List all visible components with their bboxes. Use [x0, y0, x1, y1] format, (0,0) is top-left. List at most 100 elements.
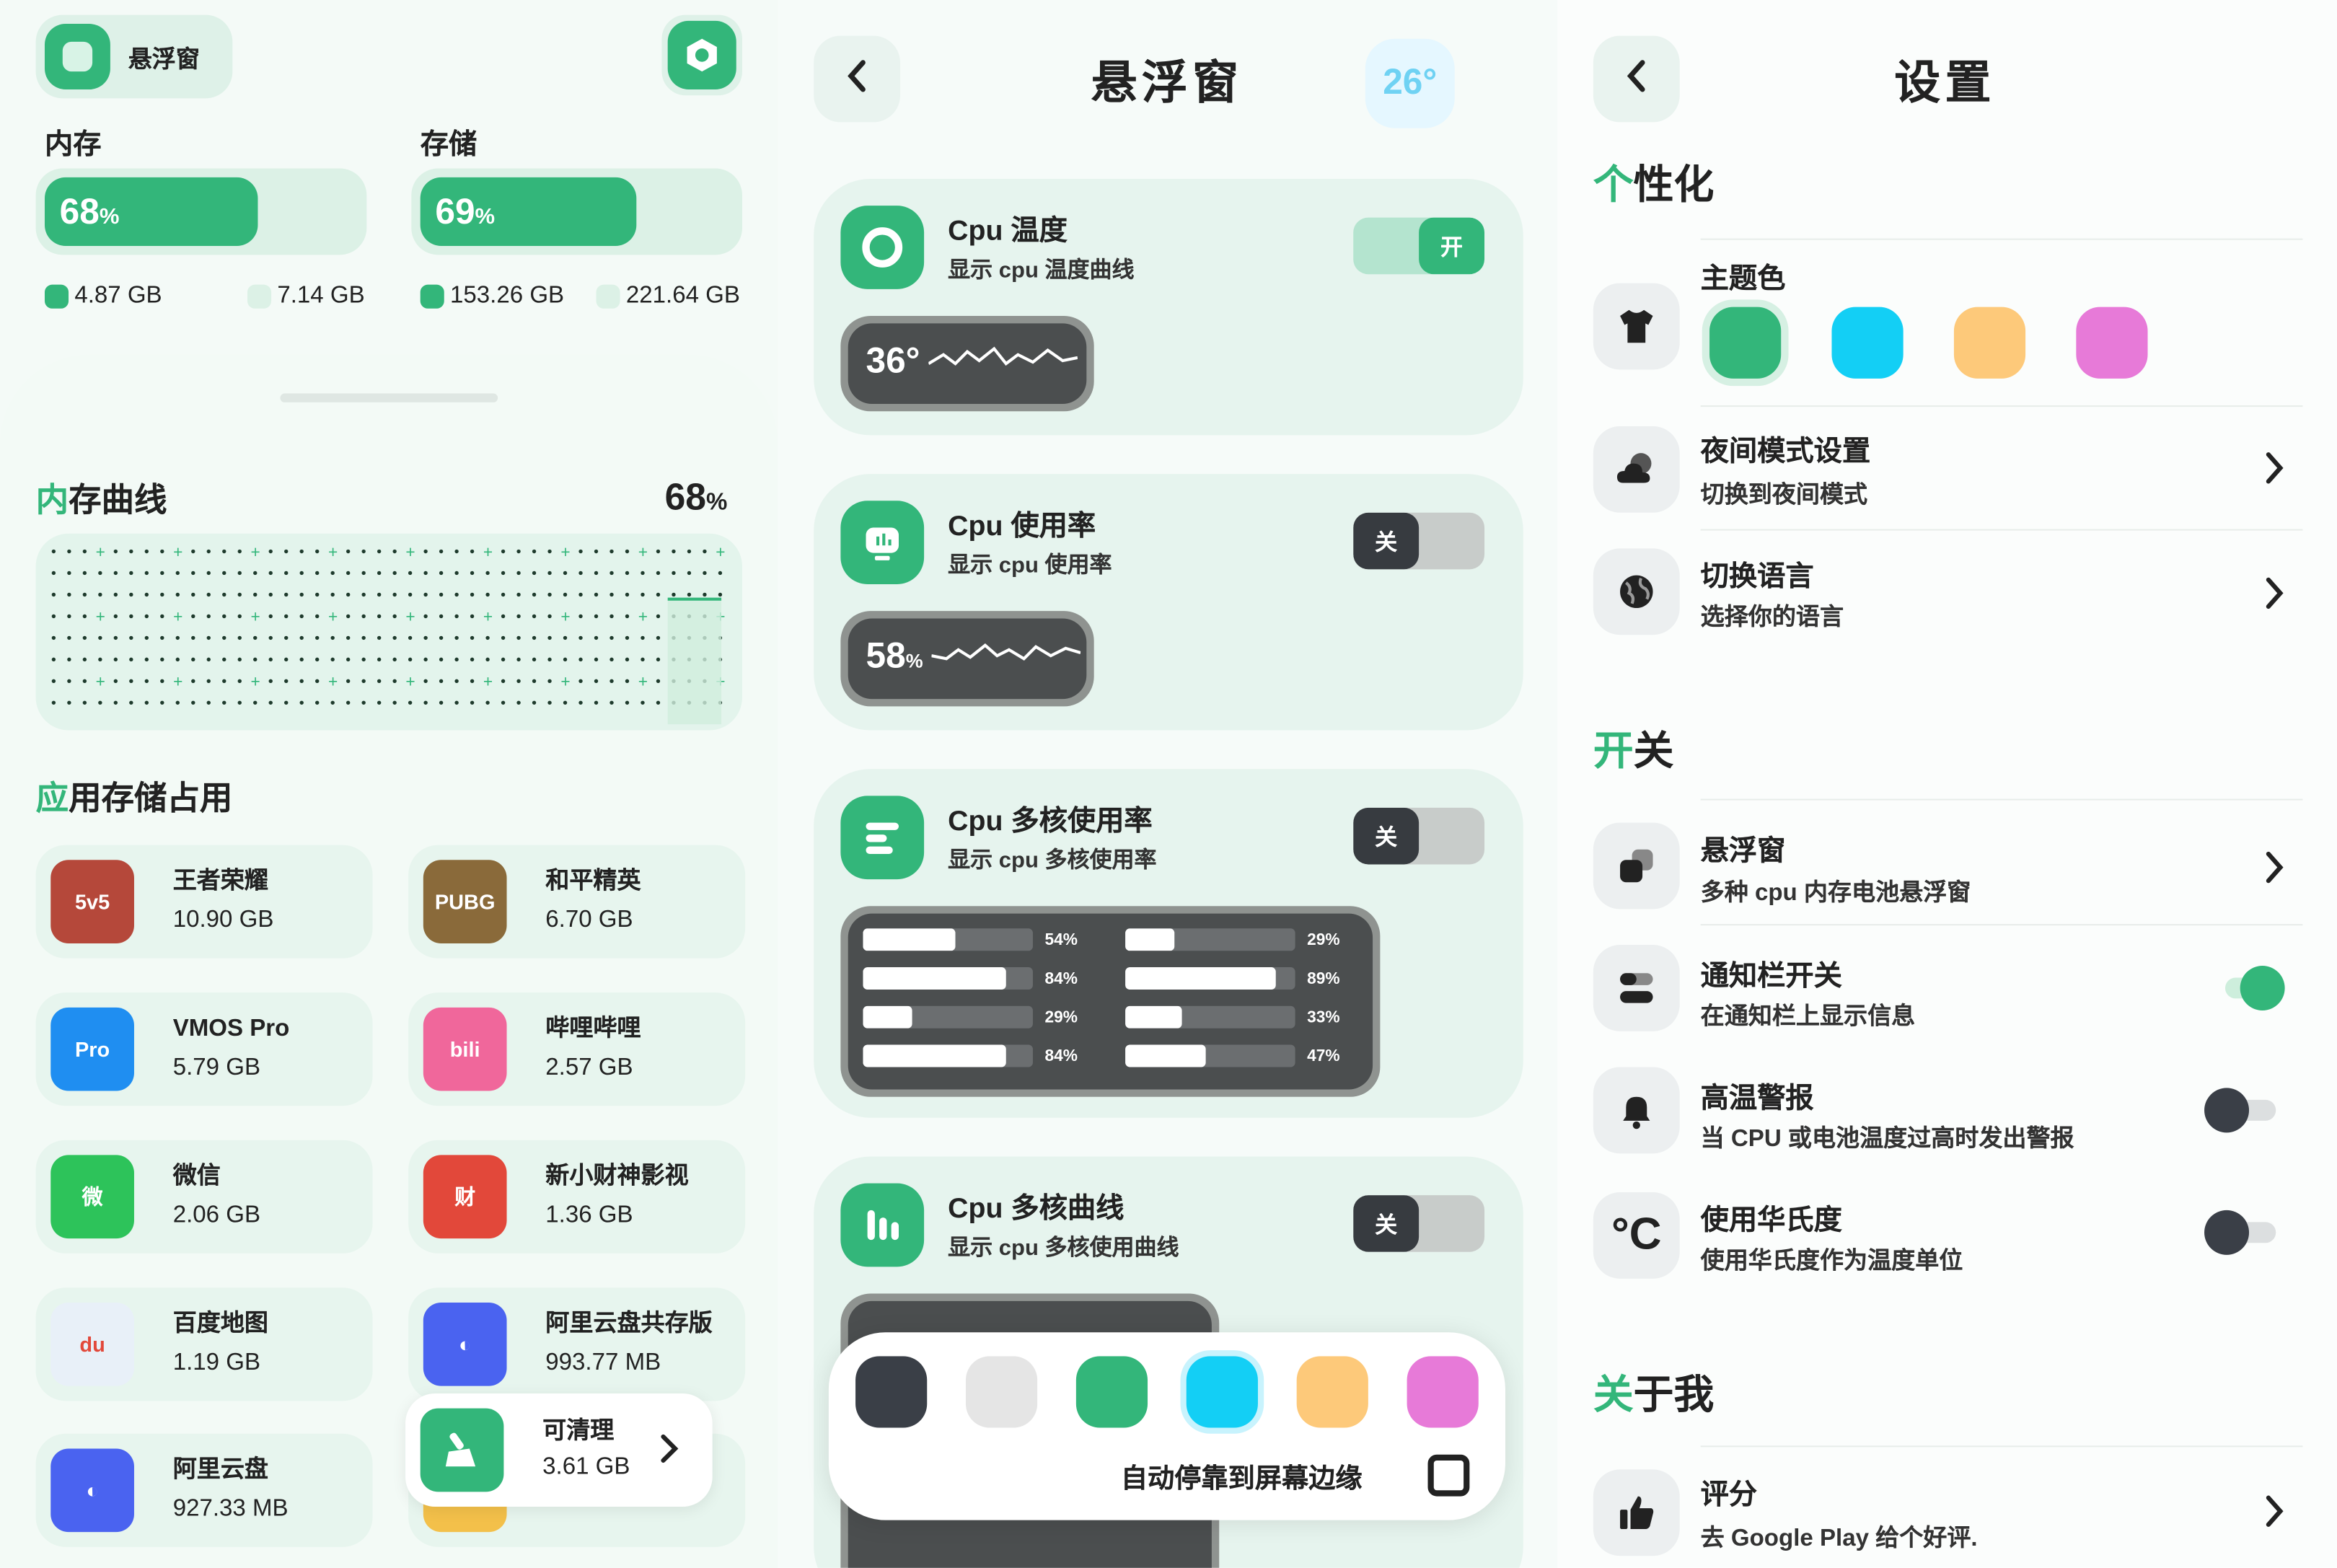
palette-color-swatch[interactable]: [1075, 1356, 1148, 1428]
app-icon: ◐: [423, 1302, 507, 1386]
cpu-multicore-card: Cpu 多核使用率 显示 cpu 多核使用率 关 54% 29% 84% 89% 29%…: [814, 769, 1523, 1118]
core-usage-bar: [863, 967, 1006, 990]
svg-text:+: +: [638, 542, 648, 561]
palette-color-swatch[interactable]: [1407, 1356, 1479, 1428]
storage-progress-fill: 69%: [420, 177, 637, 246]
ring-icon: [840, 206, 925, 289]
app-size: 1.19 GB: [172, 1350, 260, 1376]
app-size: 6.70 GB: [545, 907, 633, 933]
app-storage-item[interactable]: 微 微信 2.06 GB: [35, 1140, 373, 1254]
heat-alert-title: 高温警报: [1700, 1083, 1814, 1115]
core-usage-bar: [863, 1044, 1006, 1067]
notification-switch[interactable]: [2224, 965, 2285, 1010]
overlapping-windows-icon: [44, 24, 110, 89]
about-heading: 关于我: [1593, 1373, 1715, 1418]
app-name: 阿里云盘: [172, 1457, 268, 1483]
memory-total: 7.14 GB: [247, 283, 365, 310]
app-storage-item[interactable]: 财 新小财神影视 1.36 GB: [408, 1140, 746, 1254]
theme-color-swatch[interactable]: [2076, 307, 2148, 379]
core-usage-bar: [863, 1005, 912, 1029]
app-icon: 5v5: [50, 860, 134, 943]
chevron-right-icon[interactable]: [2264, 850, 2285, 893]
svg-text:+: +: [716, 542, 725, 561]
theme-color-swatch[interactable]: [1709, 307, 1782, 379]
floating-window-title: 悬浮窗: [1700, 836, 1786, 868]
app-storage-item[interactable]: PUBG 和平精英 6.70 GB: [408, 845, 746, 959]
app-storage-item[interactable]: bili 哔哩哔哩 2.57 GB: [408, 992, 746, 1106]
stacked-bars-icon: [840, 796, 925, 880]
night-mode-subtitle: 切换到夜间模式: [1700, 483, 1868, 508]
card-title: Cpu 多核使用率: [948, 806, 1153, 838]
app-storage-item[interactable]: 5v5 王者荣耀 10.90 GB: [35, 845, 373, 959]
dock-edge-checkbox[interactable]: [1427, 1454, 1470, 1497]
cpu-temp-preview: 36°: [840, 316, 1094, 412]
memory-progress-fill: 68%: [44, 177, 258, 246]
app-icon: PUBG: [423, 860, 507, 943]
app-storage-item[interactable]: du 百度地图 1.19 GB: [35, 1287, 373, 1401]
cleanable-button[interactable]: 可清理 3.61 GB: [405, 1393, 713, 1507]
palette-color-swatch[interactable]: [965, 1356, 1038, 1428]
chevron-left-icon: [1624, 58, 1648, 101]
chevron-right-icon[interactable]: [2264, 1493, 2285, 1536]
core-usage-bar: [1125, 967, 1277, 990]
page-title: 设置: [1894, 56, 1996, 109]
globe-icon: [1593, 548, 1680, 635]
switches-heading: 开关: [1593, 728, 1674, 774]
svg-text:+: +: [96, 542, 105, 561]
fahrenheit-switch[interactable]: [2204, 1210, 2276, 1255]
theme-color-swatch[interactable]: [1953, 307, 2026, 379]
storage-total: 221.64 GB: [596, 283, 740, 310]
sparkline: [931, 643, 1082, 661]
cpu-temp-toggle[interactable]: 开: [1353, 217, 1485, 275]
app-icon: 财: [423, 1155, 507, 1239]
heat-alert-subtitle: 当 CPU 或电池温度过高时发出警报: [1700, 1127, 2074, 1153]
theme-color-swatch[interactable]: [1831, 307, 1904, 379]
cpu-multicore-curve-toggle[interactable]: 关: [1353, 1195, 1485, 1252]
cleanable-label: 可清理: [542, 1419, 615, 1445]
storage-progress-bar: 69%: [411, 168, 743, 255]
sheet-handle[interactable]: [280, 393, 498, 402]
app-name: 百度地图: [172, 1311, 268, 1337]
back-button[interactable]: [814, 35, 901, 123]
memory-used: 4.87 GB: [44, 283, 162, 310]
temperature-badge: 26°: [1365, 38, 1455, 128]
palette-color-swatch[interactable]: [1186, 1356, 1258, 1428]
app-storage-item[interactable]: ◐ 阿里云盘 927.33 MB: [35, 1433, 373, 1547]
app-storage-item[interactable]: ◐ 阿里云盘共存版 993.77 MB: [408, 1287, 746, 1401]
chevron-right-icon: [659, 1432, 679, 1473]
sparkline: [928, 346, 1078, 366]
back-button[interactable]: [1593, 35, 1680, 123]
svg-text:+: +: [405, 607, 415, 626]
chevron-right-icon[interactable]: [2264, 576, 2285, 619]
core-usage-label: 84%: [1044, 1047, 1078, 1065]
card-subtitle: 显示 cpu 多核使用曲线: [948, 1235, 1179, 1261]
cpu-usage-toggle[interactable]: 关: [1353, 512, 1485, 570]
app-name: 新小财神影视: [545, 1163, 689, 1189]
heat-alert-switch[interactable]: [2204, 1088, 2276, 1133]
app-storage-item[interactable]: Pro VMOS Pro 5.79 GB: [35, 992, 373, 1106]
memory-percent-unit: %: [99, 204, 120, 230]
app-size: 2.57 GB: [545, 1054, 633, 1081]
palette-color-swatch[interactable]: [1296, 1356, 1368, 1428]
memory-percent: 68: [59, 192, 100, 233]
theme-color-label: 主题色: [1700, 263, 1786, 296]
chevron-right-icon[interactable]: [2264, 450, 2285, 493]
app-name: 和平精英: [545, 868, 641, 894]
page-title: 悬浮窗: [1091, 56, 1244, 109]
app-name: 微信: [172, 1163, 221, 1189]
settings-button[interactable]: [661, 14, 743, 96]
core-usage-row: 89%: [1125, 967, 1357, 990]
rate-subtitle: 去 Google Play 给个好评.: [1700, 1525, 1978, 1552]
svg-text:+: +: [96, 607, 105, 626]
svg-text:+: +: [173, 607, 182, 626]
core-usage-label: 29%: [1044, 1008, 1078, 1026]
memory-curve-title: 内存曲线: [35, 481, 167, 519]
palette-color-swatch[interactable]: [855, 1356, 928, 1428]
app-icon: ◐: [50, 1448, 134, 1533]
card-title: Cpu 使用率: [948, 511, 1096, 543]
floating-window-subtitle: 多种 cpu 内存电池悬浮窗: [1700, 881, 1971, 907]
language-title: 切换语言: [1700, 561, 1814, 594]
cpu-multicore-toggle[interactable]: 关: [1353, 807, 1485, 865]
svg-text:+: +: [251, 672, 260, 691]
floating-window-chip[interactable]: 悬浮窗: [35, 14, 233, 99]
